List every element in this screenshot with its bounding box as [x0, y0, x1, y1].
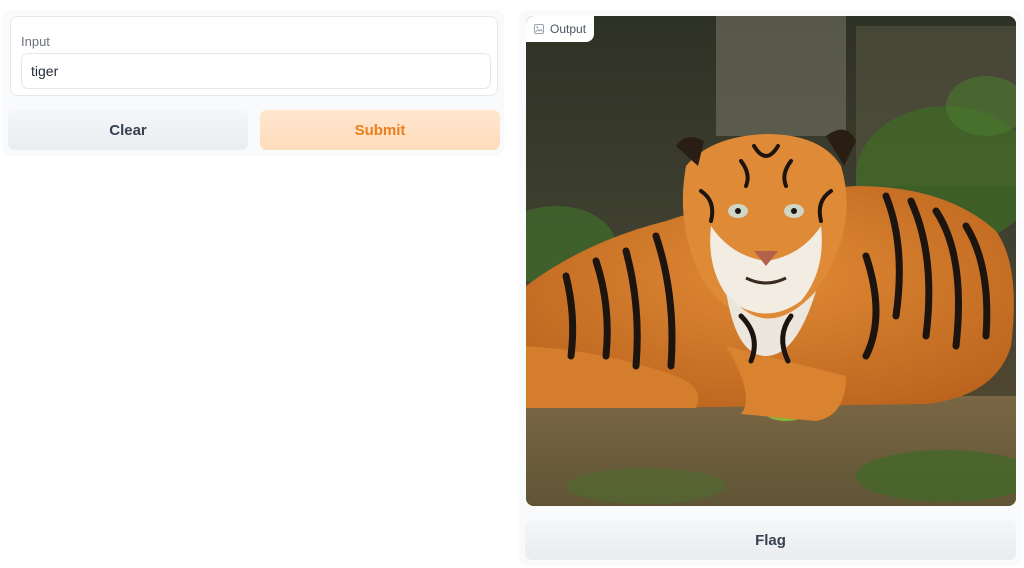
input-textbox-block: Input: [10, 16, 498, 96]
output-image-block: Output: [526, 16, 1016, 506]
input-panel: Input Clear Submit: [2, 10, 504, 156]
output-label: Output: [550, 22, 587, 36]
image-icon: [534, 24, 544, 34]
tiger-image: [526, 16, 1016, 506]
input-field[interactable]: [21, 53, 491, 89]
clear-button[interactable]: Clear: [8, 110, 248, 150]
flag-button[interactable]: Flag: [525, 520, 1016, 560]
output-panel: Output Flag: [519, 10, 1022, 566]
output-label-tab: Output: [526, 16, 595, 42]
input-label: Input: [21, 34, 50, 49]
submit-button[interactable]: Submit: [260, 110, 500, 150]
